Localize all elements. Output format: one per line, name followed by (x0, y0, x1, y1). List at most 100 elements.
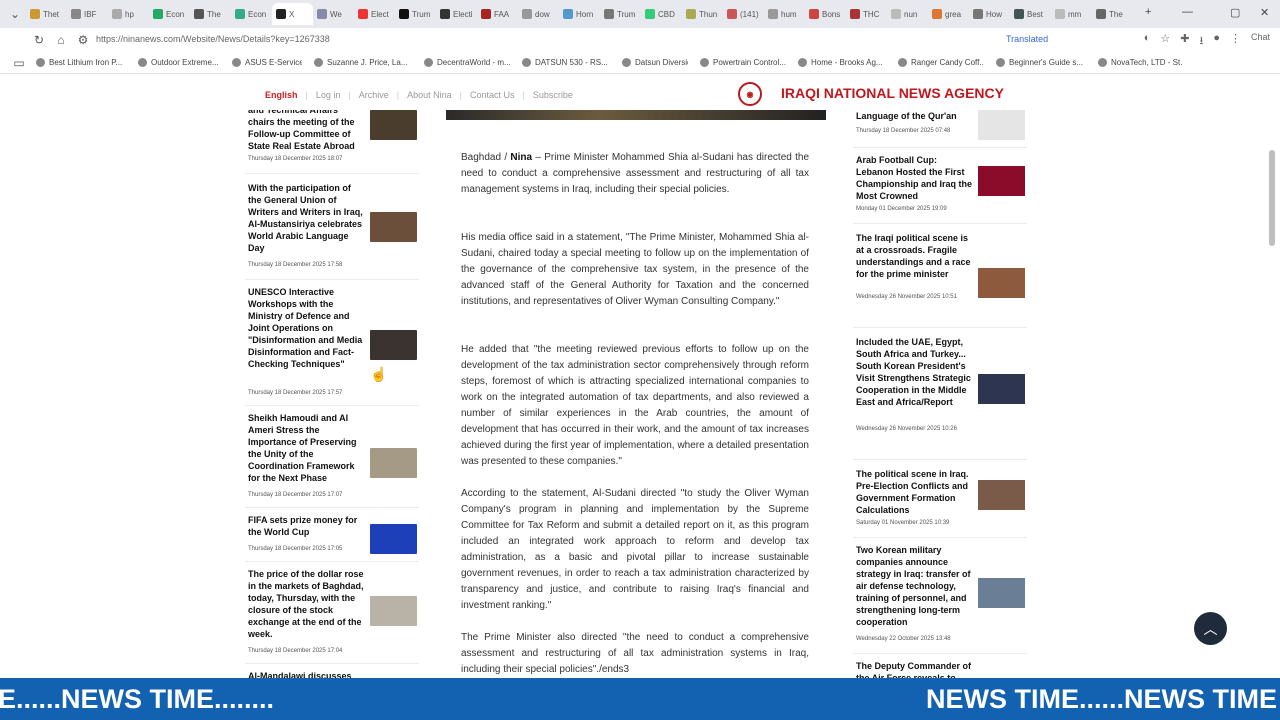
news-thumbnail[interactable] (978, 166, 1025, 196)
maximize-icon[interactable]: ▢ (1230, 6, 1240, 19)
browser-tab[interactable]: CBD (641, 3, 682, 25)
browser-tab[interactable]: The (1092, 3, 1133, 25)
site-brand[interactable]: IRAQI NATIONAL NEWS AGENCY (781, 85, 1004, 101)
browser-tab[interactable]: dow (518, 3, 559, 25)
news-thumbnail[interactable] (370, 330, 417, 360)
news-thumbnail[interactable] (978, 374, 1025, 404)
nav-about[interactable]: About Nina (407, 90, 452, 100)
left-news-item[interactable]: FIFA sets prize money for the World Cup T… (245, 514, 419, 562)
browser-tab[interactable]: mm (1051, 3, 1092, 25)
new-tab-icon[interactable]: + (1145, 6, 1151, 18)
bookmark-item[interactable]: DATSUN 530 - RS... (522, 58, 610, 67)
close-window-icon[interactable]: ✕ (1260, 6, 1269, 19)
profile-icon[interactable]: ● (1213, 32, 1220, 51)
browser-tab[interactable]: How (969, 3, 1010, 25)
right-news-item[interactable]: The Deputy Commander of the Air Force re… (853, 660, 1027, 678)
reload-icon[interactable]: ↻ (28, 33, 50, 47)
browser-tab[interactable]: Bons (805, 3, 846, 25)
browser-tab[interactable]: hum (764, 3, 805, 25)
news-item-title[interactable]: Two Korean military companies announce s… (856, 544, 972, 628)
left-news-item[interactable]: Al-Mandalawi discusses (245, 670, 419, 678)
extensions-icon[interactable]: ✚ (1180, 32, 1189, 51)
browser-tab[interactable]: Elect (354, 3, 395, 25)
back-to-top-button[interactable]: ︿ (1194, 612, 1227, 645)
browser-tab[interactable]: Trum (600, 3, 641, 25)
right-news-item[interactable]: Language of the Qur'an Thursday 18 Decemb… (853, 110, 1027, 148)
bookmark-item[interactable]: Datsun Diversion (622, 58, 688, 67)
news-item-title[interactable]: Included the UAE, Egypt, South Africa an… (856, 336, 972, 408)
browser-tab[interactable]: grea (928, 3, 969, 25)
news-thumbnail[interactable] (370, 596, 417, 626)
news-thumbnail[interactable] (370, 524, 417, 554)
nav-subscribe[interactable]: Subscribe (533, 90, 573, 100)
left-news-item[interactable]: The price of the dollar rose in the mark… (245, 568, 419, 664)
news-item-title[interactable]: The Iraqi political scene is at a crossr… (856, 232, 972, 280)
chat-button[interactable]: Chat (1251, 32, 1270, 51)
star-icon[interactable]: ☆ (1160, 32, 1170, 51)
browser-tab[interactable]: We (313, 3, 354, 25)
news-item-title[interactable]: Arab Football Cup: Lebanon Hosted the Fi… (856, 154, 972, 202)
news-item-title[interactable]: The Deputy Commander of the Air Force re… (856, 660, 972, 678)
scrollbar-thumb[interactable] (1269, 150, 1275, 246)
browser-tab[interactable]: THC (846, 3, 887, 25)
news-item-title[interactable]: The political scene in Iraq. Pre-Electio… (856, 468, 972, 516)
url-field[interactable]: https://ninanews.com/Website/News/Detail… (96, 34, 330, 44)
news-item-title[interactable]: and Technical Affairs chairs the meeting… (248, 110, 366, 152)
site-info-icon[interactable]: ⚙ (72, 33, 94, 47)
browser-tab[interactable]: Horn (559, 3, 600, 25)
home-icon[interactable]: ⌂ (50, 33, 72, 47)
nav-english[interactable]: English (265, 90, 298, 100)
browser-tab[interactable]: Econ (231, 3, 272, 25)
bookmarks-menu-icon[interactable]: ▭ (8, 56, 30, 70)
news-item-title[interactable]: FIFA sets prize money for the World Cup (248, 514, 366, 538)
news-item-title[interactable]: UNESCO Interactive Workshops with the Mi… (248, 286, 366, 370)
browser-tab[interactable]: Thun (682, 3, 723, 25)
bookmark-item[interactable]: Best Lithium Iron P... (36, 58, 126, 67)
right-news-item[interactable]: The political scene in Iraq. Pre-Electio… (853, 468, 1027, 538)
bookmark-item[interactable]: Suzanne J. Price, La... (314, 58, 412, 67)
bookmark-item[interactable]: Beginner's Guide s... (996, 58, 1086, 67)
nav-login[interactable]: Log in (316, 90, 341, 100)
nina-logo-icon[interactable]: ◉ (738, 82, 762, 106)
news-thumbnail[interactable] (370, 212, 417, 242)
browser-tab[interactable]: Best (1010, 3, 1051, 25)
browser-tab[interactable]: FAA (477, 3, 518, 25)
nav-archive[interactable]: Archive (359, 90, 389, 100)
news-item-title[interactable]: The price of the dollar rose in the mark… (248, 568, 366, 640)
news-thumbnail[interactable] (370, 448, 417, 478)
bookmark-item[interactable]: Outdoor Extreme... (138, 58, 220, 67)
browser-tab[interactable]: (141) (723, 3, 764, 25)
nav-contact[interactable]: Contact Us (470, 90, 515, 100)
bookmark-item[interactable]: DecentraWorld - m... (424, 58, 510, 67)
bookmark-item[interactable]: ASUS E-Service (232, 58, 302, 67)
browser-tab[interactable]: X (272, 3, 313, 25)
browser-tab[interactable]: Econ (149, 3, 190, 25)
minimize-icon[interactable]: — (1182, 6, 1193, 18)
bookmark-item[interactable]: NovaTech, LTD - St... (1098, 58, 1182, 67)
tab-list-icon[interactable]: ⌄ (4, 7, 26, 21)
news-item-title[interactable]: With the participation of the General Un… (248, 182, 366, 254)
news-thumbnail[interactable] (978, 480, 1025, 510)
news-item-title[interactable]: Sheikh Hamoudi and Al Ameri Stress the I… (248, 412, 366, 484)
right-news-item[interactable]: Arab Football Cup: Lebanon Hosted the Fi… (853, 154, 1027, 224)
browser-tab[interactable]: IBF (67, 3, 108, 25)
left-news-item[interactable]: With the participation of the General Un… (245, 182, 419, 280)
translated-indicator[interactable]: Translated (1006, 34, 1048, 44)
bookmark-item[interactable]: Home - Brooks Ag... (798, 58, 886, 67)
browser-tab[interactable]: hp (108, 3, 149, 25)
news-thumbnail[interactable] (978, 268, 1025, 298)
browser-tab[interactable]: nun (887, 3, 928, 25)
left-news-item[interactable]: Sheikh Hamoudi and Al Ameri Stress the I… (245, 412, 419, 508)
bookmark-item[interactable]: Powertrain Control... (700, 58, 786, 67)
right-news-item[interactable]: Included the UAE, Egypt, South Africa an… (853, 336, 1027, 460)
translate-icon[interactable]: ◐ (1144, 32, 1151, 51)
browser-tab[interactable]: The (190, 3, 231, 25)
browser-tab[interactable]: Electi (436, 3, 477, 25)
news-item-title[interactable]: Language of the Qur'an (856, 110, 972, 122)
browser-tab[interactable]: Thet (26, 3, 67, 25)
news-item-title[interactable]: Al-Mandalawi discusses (248, 670, 366, 678)
news-thumbnail[interactable] (370, 110, 417, 140)
news-thumbnail[interactable] (978, 110, 1025, 140)
bookmark-item[interactable]: Ranger Candy Coff... (898, 58, 984, 67)
browser-tab[interactable]: Trum (395, 3, 436, 25)
